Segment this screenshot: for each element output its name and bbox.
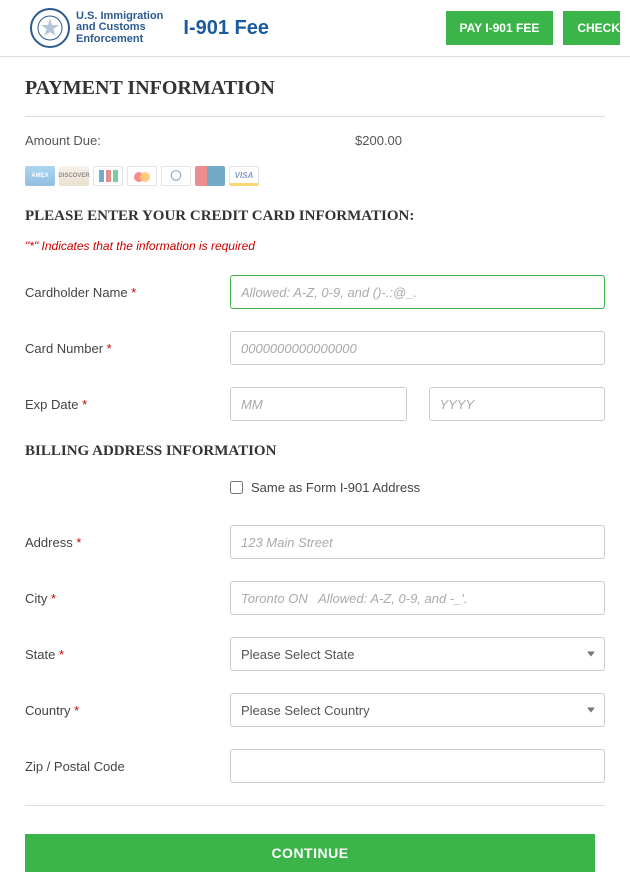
same-address-checkbox[interactable] bbox=[230, 481, 243, 494]
accepted-card-icons: AMEX DISCOVER VISA bbox=[25, 166, 605, 186]
jcb-card-icon bbox=[93, 166, 123, 186]
continue-button[interactable]: CONTINUE bbox=[25, 834, 595, 872]
unionpay-icon bbox=[195, 166, 225, 186]
cardholder-name-input[interactable] bbox=[230, 275, 605, 309]
address-label: Address * bbox=[25, 535, 230, 550]
cardholder-name-label: Cardholder Name * bbox=[25, 285, 230, 300]
billing-heading: BILLING ADDRESS INFORMATION bbox=[25, 443, 605, 460]
credit-card-heading: PLEASE ENTER YOUR CREDIT CARD INFORMATIO… bbox=[25, 208, 605, 225]
city-input[interactable] bbox=[230, 581, 605, 615]
card-number-label: Card Number * bbox=[25, 341, 230, 356]
cardholder-name-row: Cardholder Name * bbox=[25, 275, 605, 309]
exp-date-label: Exp Date * bbox=[25, 397, 230, 412]
page-title: I-901 Fee bbox=[183, 17, 269, 40]
req-note-suffix: " Indicates that the information is requ… bbox=[34, 239, 255, 253]
address-input[interactable] bbox=[230, 525, 605, 559]
exp-date-row: Exp Date * bbox=[25, 387, 605, 421]
pay-fee-button[interactable]: PAY I-901 FEE bbox=[446, 11, 554, 45]
state-label: State * bbox=[25, 647, 230, 662]
city-row: City * bbox=[25, 581, 605, 615]
amount-due-value: $200.00 bbox=[355, 133, 402, 148]
card-number-row: Card Number * bbox=[25, 331, 605, 365]
agency-seal-icon bbox=[30, 8, 70, 48]
same-address-label: Same as Form I-901 Address bbox=[251, 480, 420, 495]
brand-line-3: Enforcement bbox=[76, 34, 163, 46]
diners-club-icon bbox=[161, 166, 191, 186]
nav-buttons: PAY I-901 FEE CHECK bbox=[446, 11, 621, 45]
amex-card-icon: AMEX bbox=[25, 166, 55, 186]
top-bar: U.S. Immigration and Customs Enforcement… bbox=[0, 0, 630, 57]
state-select-value: Please Select State bbox=[241, 647, 354, 662]
card-number-input[interactable] bbox=[230, 331, 605, 365]
content: PAYMENT INFORMATION Amount Due: $200.00 … bbox=[0, 57, 630, 892]
amount-due-label: Amount Due: bbox=[25, 133, 355, 148]
divider bbox=[25, 116, 605, 117]
exp-year-input[interactable] bbox=[429, 387, 606, 421]
check-status-button[interactable]: CHECK bbox=[563, 11, 620, 45]
visa-card-icon: VISA bbox=[229, 166, 259, 186]
zip-input[interactable] bbox=[230, 749, 605, 783]
zip-label: Zip / Postal Code bbox=[25, 759, 230, 774]
country-select[interactable]: Please Select Country bbox=[230, 693, 605, 727]
state-select[interactable]: Please Select State bbox=[230, 637, 605, 671]
address-row: Address * bbox=[25, 525, 605, 559]
amount-due-row: Amount Due: $200.00 bbox=[25, 133, 605, 148]
country-select-value: Please Select Country bbox=[241, 703, 370, 718]
discover-card-icon: DISCOVER bbox=[59, 166, 89, 186]
divider bbox=[25, 805, 605, 806]
country-row: Country * Please Select Country bbox=[25, 693, 605, 727]
same-address-row: Same as Form I-901 Address bbox=[230, 480, 605, 495]
state-row: State * Please Select State bbox=[25, 637, 605, 671]
zip-row: Zip / Postal Code bbox=[25, 749, 605, 783]
mastercard-icon bbox=[127, 166, 157, 186]
country-label: Country * bbox=[25, 703, 230, 718]
agency-name: U.S. Immigration and Customs Enforcement bbox=[76, 11, 163, 46]
required-note: "*" Indicates that the information is re… bbox=[25, 239, 605, 253]
payment-info-heading: PAYMENT INFORMATION bbox=[25, 77, 605, 100]
exp-month-input[interactable] bbox=[230, 387, 407, 421]
city-label: City * bbox=[25, 591, 230, 606]
